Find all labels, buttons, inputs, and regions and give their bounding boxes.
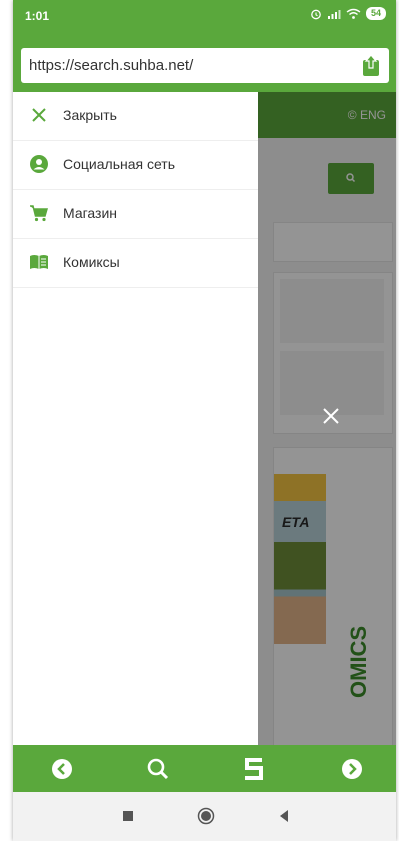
search-icon[interactable]: [145, 756, 171, 782]
battery-level: 54: [365, 7, 386, 20]
close-icon: [32, 108, 46, 122]
user-icon: [30, 155, 48, 173]
drawer-item-label: Социальная сеть: [63, 156, 175, 172]
close-icon[interactable]: [320, 405, 342, 427]
system-nav-bar: [13, 792, 396, 841]
back-nav-icon[interactable]: [275, 807, 293, 825]
recents-icon[interactable]: [119, 807, 137, 825]
url-field[interactable]: https://search.suhba.net/: [21, 48, 389, 83]
phone-screen: 1:01 54 https://search.suhba.net/ © ENG …: [13, 0, 396, 841]
url-text[interactable]: https://search.suhba.net/: [29, 57, 193, 74]
suhba-logo-icon[interactable]: [241, 756, 267, 782]
share-icon[interactable]: [359, 53, 383, 77]
wifi-icon: [346, 8, 361, 19]
drawer-item-label: Закрыть: [63, 107, 117, 123]
drawer-item-comics[interactable]: Комиксы: [13, 239, 258, 288]
drawer-item-close[interactable]: Закрыть: [13, 92, 258, 141]
forward-icon[interactable]: [339, 756, 365, 782]
browser-toolbar: [13, 745, 396, 792]
drawer-item-label: Магазин: [63, 205, 118, 221]
address-bar: https://search.suhba.net/: [13, 42, 396, 92]
status-time: 1:01: [25, 9, 50, 23]
signal-icon: [327, 9, 341, 19]
status-icons: 54: [310, 7, 386, 20]
drawer-item-shop[interactable]: Магазин: [13, 190, 258, 239]
drawer-item-social[interactable]: Социальная сеть: [13, 141, 258, 190]
home-icon[interactable]: [197, 807, 215, 825]
cart-icon: [30, 205, 48, 222]
book-icon: [30, 255, 48, 269]
alarm-icon: [311, 9, 321, 19]
status-bar: 1:01 54: [13, 0, 396, 42]
drawer-item-label: Комиксы: [63, 254, 120, 270]
navigation-drawer: Закрыть Социальная сеть Магазин Комиксы: [13, 92, 258, 745]
back-icon[interactable]: [49, 756, 75, 782]
